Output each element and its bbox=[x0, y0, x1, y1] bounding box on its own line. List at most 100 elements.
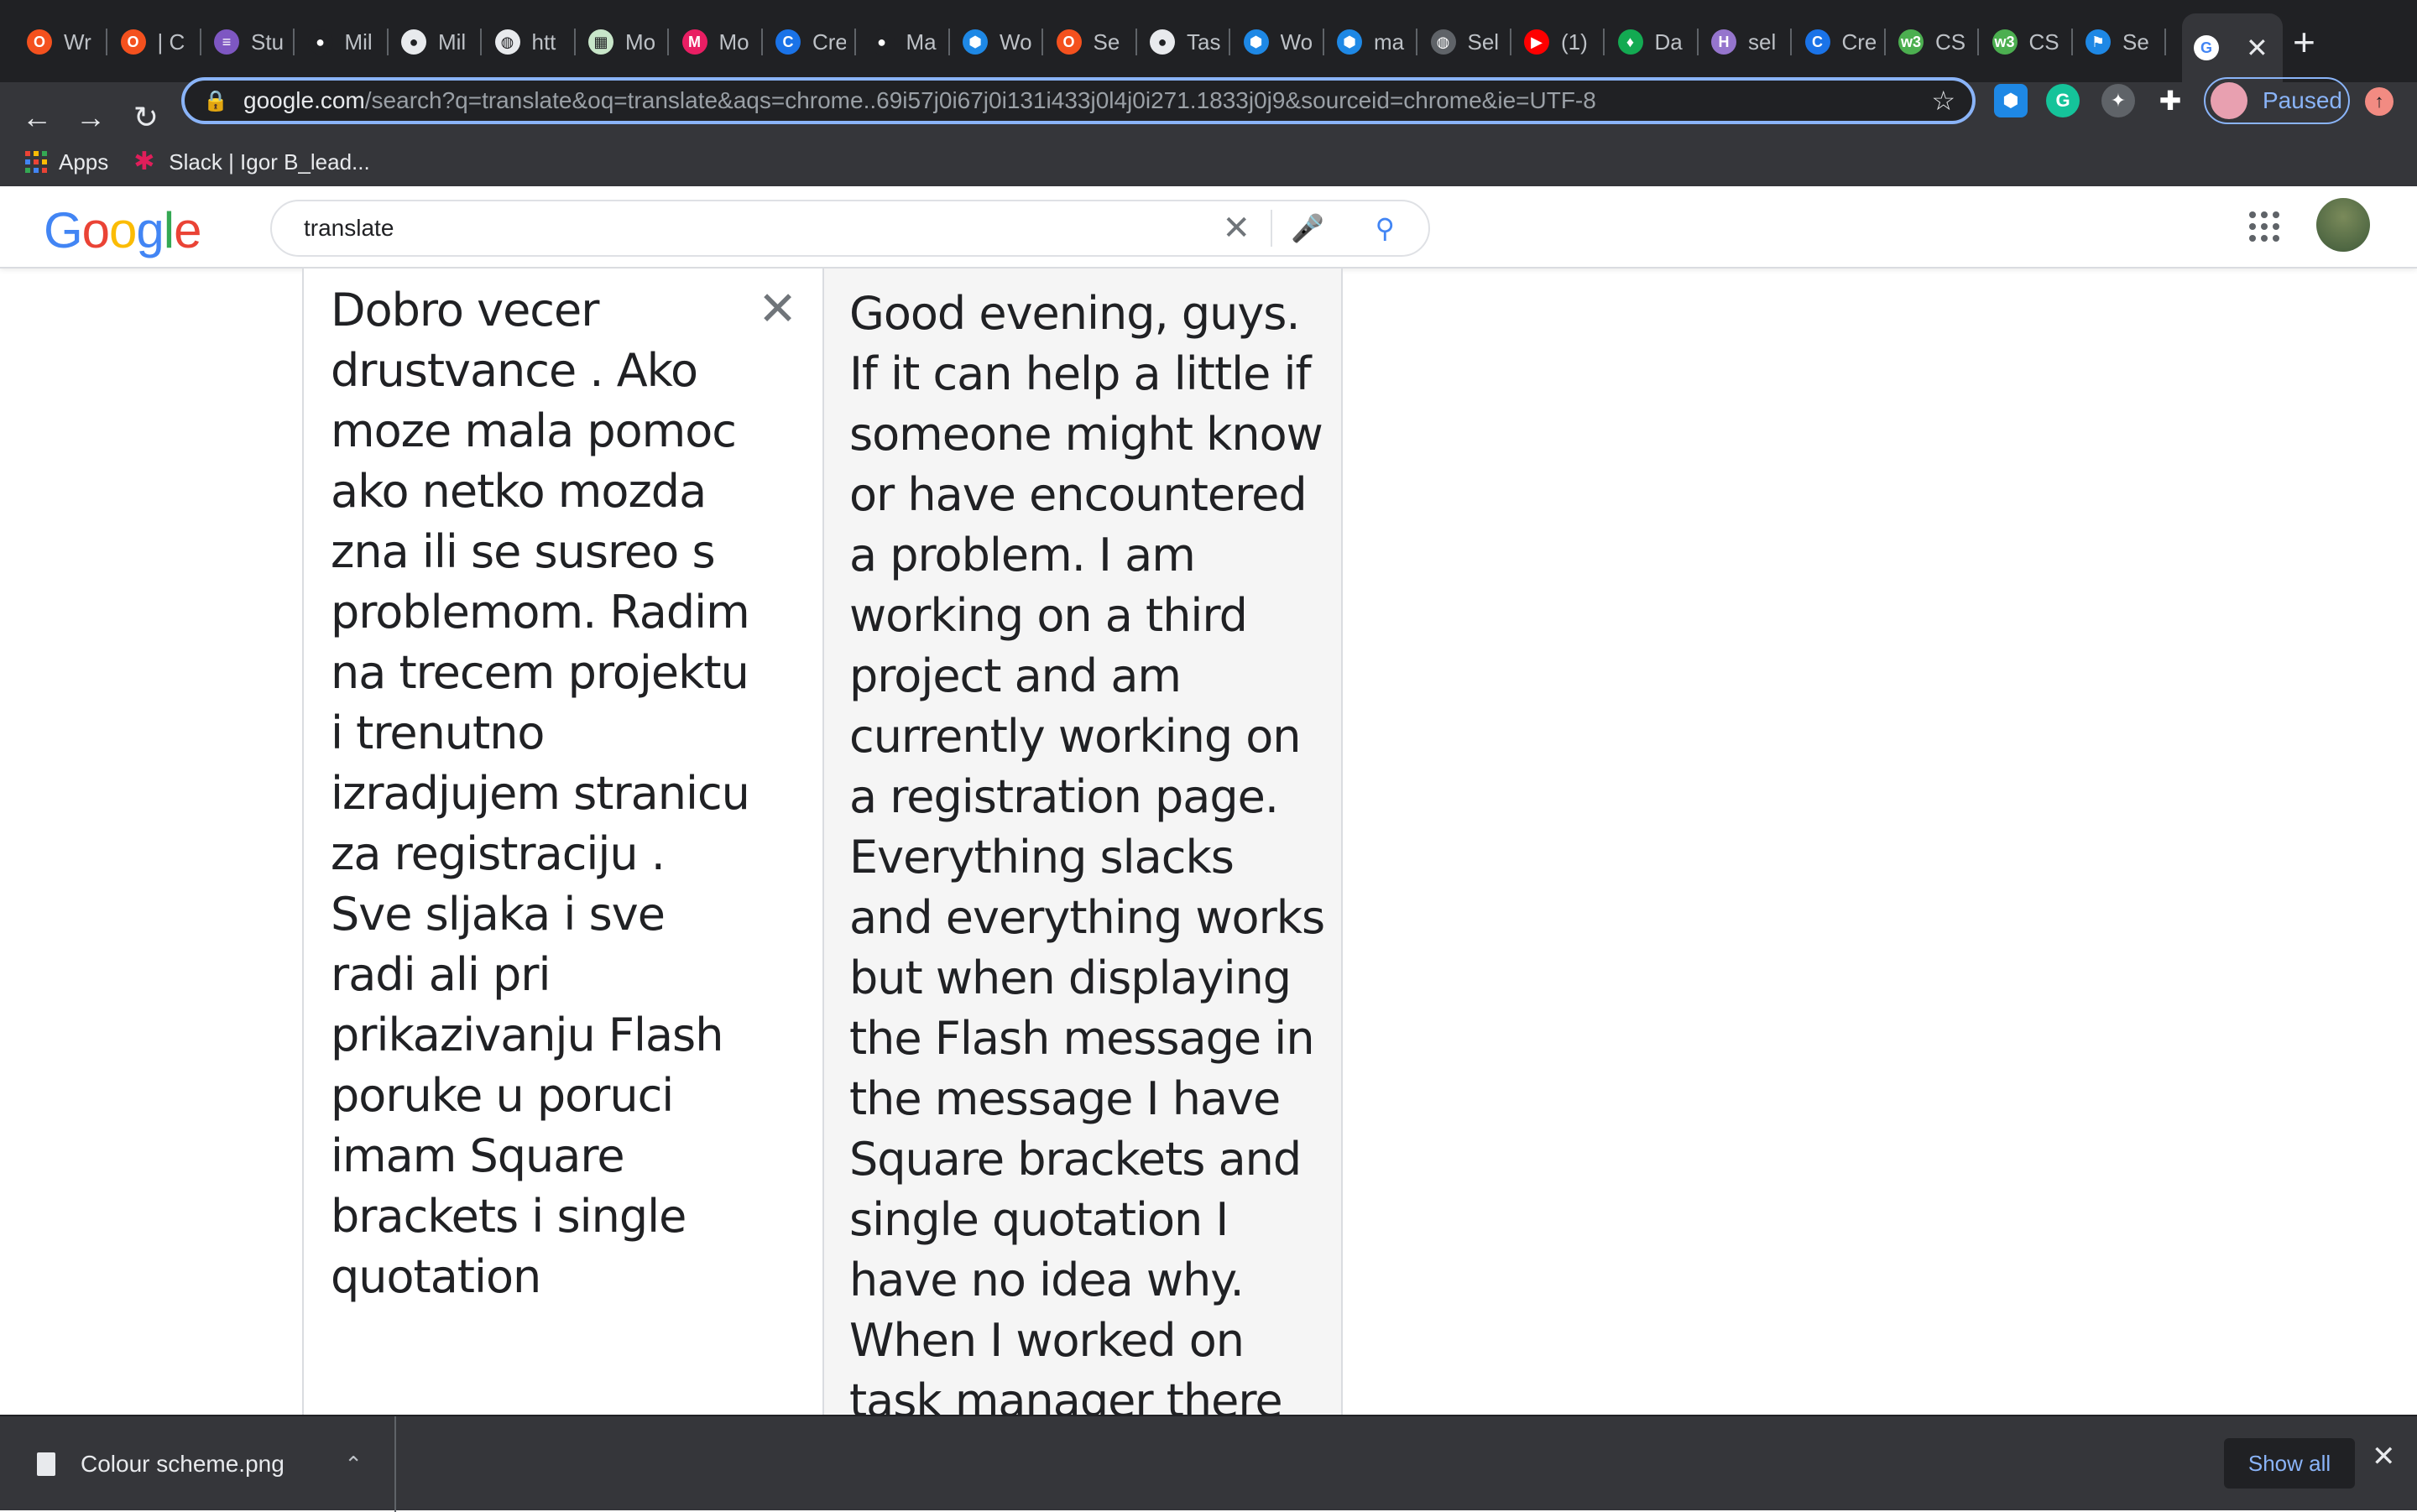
tab-title: CS bbox=[1935, 29, 1966, 55]
cube-icon: ⬢ bbox=[1243, 29, 1269, 55]
tab-separator bbox=[1322, 29, 1324, 55]
tab-title: Mil bbox=[438, 29, 467, 55]
cube-icon: ⬢ bbox=[1337, 29, 1362, 55]
apps-grid-icon bbox=[25, 151, 47, 173]
h-icon: H bbox=[1711, 29, 1736, 55]
tab-strip: G ✕ + O Wr O | C ≡ Stu ● Mil ● Mil ◍ htt ▦ Mo M Mo C Cre ●… bbox=[0, 0, 2417, 82]
address-bar[interactable]: 🔒 google.com/search?q=translate&oq=trans… bbox=[181, 77, 1976, 124]
extensions-puzzle-icon[interactable]: ✚ bbox=[2153, 84, 2187, 117]
browser-tab[interactable]: M Mo bbox=[671, 18, 753, 65]
clear-search-icon[interactable]: ✕ bbox=[1222, 209, 1250, 248]
close-tab-icon[interactable]: ✕ bbox=[2246, 32, 2268, 64]
w3-icon: w3 bbox=[1992, 29, 2018, 55]
m-icon: M bbox=[681, 29, 707, 55]
tab-separator bbox=[760, 29, 763, 55]
reload-button[interactable]: ↻ bbox=[124, 96, 168, 139]
browser-tab[interactable]: O Se bbox=[1045, 18, 1127, 65]
source-text-panel[interactable]: Dobro vecer drustvance . Ako moze mala p… bbox=[302, 269, 824, 1415]
tab-title: sel bbox=[1748, 29, 1777, 55]
search-box[interactable]: translate ✕ 🎤 ⚲ bbox=[270, 200, 1430, 257]
opera-icon: O bbox=[1056, 29, 1082, 55]
browser-tab[interactable]: ● Tas bbox=[1138, 18, 1220, 65]
profile-button[interactable]: Paused bbox=[2204, 77, 2350, 124]
bookmark-apps[interactable]: Apps bbox=[25, 149, 108, 175]
browser-tab[interactable]: ≡ Stu bbox=[202, 18, 285, 65]
globe-icon: ◍ bbox=[494, 29, 520, 55]
account-avatar[interactable] bbox=[2316, 198, 2370, 252]
tab-separator bbox=[2164, 29, 2166, 55]
browser-tab[interactable]: C Cre bbox=[764, 18, 846, 65]
opera-icon: O bbox=[120, 29, 146, 55]
new-tab-button[interactable]: + bbox=[2293, 20, 2315, 64]
tab-separator bbox=[1509, 29, 1511, 55]
tab-separator bbox=[854, 29, 856, 55]
tab-separator bbox=[573, 29, 576, 55]
search-icon[interactable]: ⚲ bbox=[1376, 212, 1395, 244]
browser-tab[interactable]: ● Mil bbox=[389, 18, 472, 65]
back-button[interactable]: ← bbox=[15, 96, 59, 139]
github-icon: ● bbox=[401, 29, 426, 55]
browser-tab[interactable]: ◍ htt bbox=[483, 18, 566, 65]
slack-icon: ✱ bbox=[133, 148, 155, 175]
profile-status: Paused bbox=[2263, 87, 2342, 113]
google-apps-icon[interactable] bbox=[2249, 211, 2279, 242]
show-all-button[interactable]: Show all bbox=[2224, 1438, 2355, 1489]
browser-tab[interactable]: ⬢ Wo bbox=[951, 18, 1033, 65]
close-download-shelf-icon[interactable]: ✕ bbox=[2372, 1440, 2396, 1473]
browser-tab[interactable]: ▦ Mo bbox=[577, 18, 659, 65]
tab-separator bbox=[480, 29, 482, 55]
browser-tab[interactable]: ⚑ Se bbox=[2074, 18, 2156, 65]
browser-tab[interactable]: ◍ Sel bbox=[1419, 18, 1501, 65]
file-icon bbox=[37, 1452, 55, 1476]
browser-tab[interactable]: O Wr bbox=[15, 18, 97, 65]
grammarly-icon[interactable]: G bbox=[2046, 84, 2080, 117]
browser-tab[interactable]: ▶ (1) bbox=[1512, 18, 1595, 65]
avatar bbox=[2211, 82, 2247, 119]
tab-title: Stu bbox=[251, 29, 285, 55]
tab-separator bbox=[1883, 29, 1886, 55]
tab-title: Cre bbox=[1841, 29, 1876, 55]
tab-title: (1) bbox=[1561, 29, 1588, 55]
tab-separator bbox=[1603, 29, 1605, 55]
extension-cube-icon[interactable]: ⬢ bbox=[1994, 84, 2028, 117]
tab-separator bbox=[2070, 29, 2073, 55]
browser-tab[interactable]: w3 CS bbox=[1887, 18, 1969, 65]
google-logo[interactable]: Google bbox=[44, 201, 202, 259]
tab-separator bbox=[667, 29, 669, 55]
update-icon[interactable]: ↑ bbox=[2365, 87, 2394, 116]
browser-tab[interactable]: ♦ Da bbox=[1606, 18, 1689, 65]
sheet-icon: ▦ bbox=[588, 29, 613, 55]
c-icon: C bbox=[775, 29, 801, 55]
browser-tab[interactable]: w3 CS bbox=[1981, 18, 2063, 65]
download-item[interactable]: Colour scheme.png ⌃ bbox=[0, 1416, 396, 1512]
clear-source-icon[interactable]: ✕ bbox=[758, 285, 797, 332]
tab-title: Mo bbox=[718, 29, 749, 55]
forward-button[interactable]: → bbox=[69, 96, 112, 139]
microphone-icon[interactable]: 🎤 bbox=[1291, 212, 1324, 244]
tab-title: Da bbox=[1654, 29, 1683, 55]
tab-title: Wo bbox=[1280, 29, 1313, 55]
browser-tab[interactable]: ● Mil bbox=[296, 18, 378, 65]
bookmark-slack[interactable]: ✱ Slack | Igor B_lead... bbox=[133, 149, 369, 175]
unicorn-extension-icon[interactable]: ✦ bbox=[2101, 84, 2135, 117]
w3-icon: w3 bbox=[1898, 29, 1924, 55]
tab-title: Se bbox=[2122, 29, 2149, 55]
browser-tab[interactable]: O | C bbox=[109, 18, 191, 65]
leaf-icon: ♦ bbox=[1617, 29, 1643, 55]
browser-tab[interactable]: Hsel bbox=[1699, 18, 1782, 65]
browser-tab[interactable]: ⬢ ma bbox=[1325, 18, 1407, 65]
browser-tab[interactable]: ⬢ Wo bbox=[1232, 18, 1314, 65]
tab-title: Se bbox=[1093, 29, 1120, 55]
google-icon: G bbox=[2194, 35, 2219, 60]
tab-title: ma bbox=[1374, 29, 1405, 55]
bookmark-star-icon[interactable]: ☆ bbox=[1931, 85, 1955, 117]
chevron-up-icon[interactable]: ⌃ bbox=[344, 1452, 363, 1478]
browser-tab[interactable]: C Cre bbox=[1793, 18, 1876, 65]
tab-separator bbox=[386, 29, 389, 55]
tab-title: Cre bbox=[812, 29, 846, 55]
source-text[interactable]: Dobro vecer drustvance . Ako moze mala p… bbox=[331, 280, 750, 1307]
browser-tab[interactable]: ● Ma bbox=[858, 18, 940, 65]
search-input[interactable]: translate bbox=[304, 215, 394, 242]
tab-active[interactable]: G ✕ bbox=[2182, 13, 2283, 82]
google-header: Google translate ✕ 🎤 ⚲ bbox=[0, 186, 2417, 269]
